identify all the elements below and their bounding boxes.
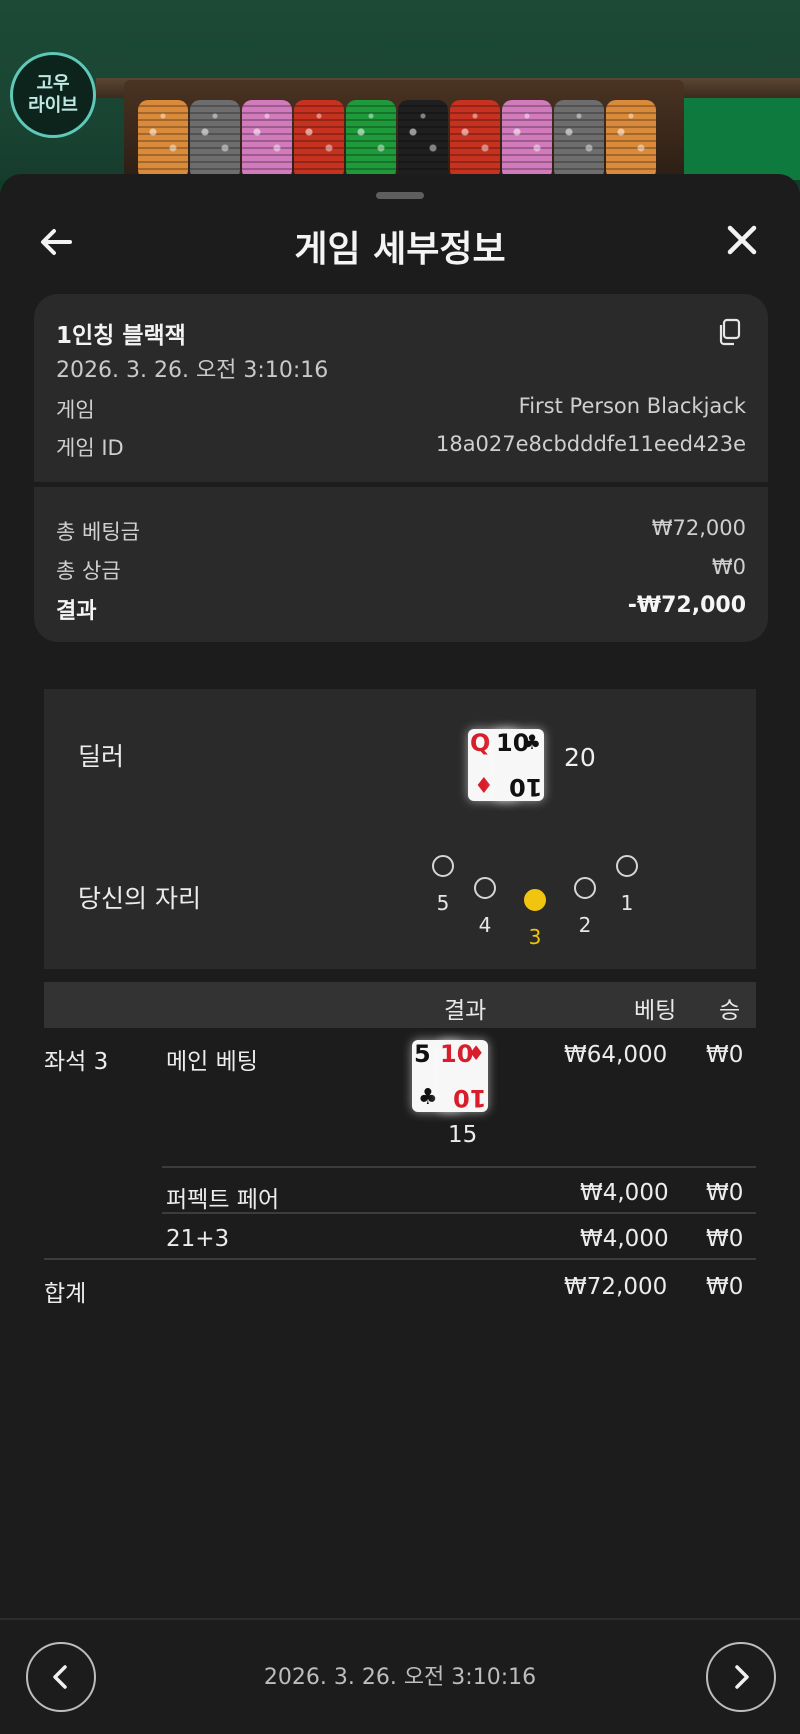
game-id-value: 18a027e8cbdddfe11eed423e [435, 432, 746, 456]
chevron-right-icon [735, 1665, 749, 1689]
win-amount: ₩0 [706, 1180, 744, 1206]
dealer-total: 20 [564, 743, 596, 772]
seat-3-number: 3 [528, 925, 542, 949]
header-win: 승 [719, 998, 741, 1024]
header-result: 결과 [444, 998, 487, 1024]
card-suit: ♣ [418, 1085, 438, 1110]
bet-type: 메인 베팅 [166, 1049, 258, 1075]
seat-3-dot [524, 889, 546, 911]
card-divider [34, 482, 768, 487]
card-rank: 5 [414, 1040, 431, 1068]
dealer-label: 딜러 [78, 742, 125, 771]
table-felt [684, 98, 800, 180]
game-datetime: 2026. 3. 26. 오전 3:10:16 [56, 358, 329, 383]
brand-logo: 고우 라이브 [10, 52, 96, 138]
footer-datetime: 2026. 3. 26. 오전 3:10:16 [263, 1665, 537, 1690]
total-bet-value: ₩72,000 [651, 516, 746, 540]
game-label: 게임 [56, 398, 95, 422]
card-rank-inverted: 10 [452, 1084, 486, 1112]
sheet-header: 게임 세부정보 [0, 214, 800, 274]
total-bet-label: 총 베팅금 [56, 520, 140, 544]
chip-stack [502, 100, 552, 180]
seat-4-dot [474, 877, 496, 899]
chip-stack [398, 100, 448, 180]
chip-stack [190, 100, 240, 180]
seat-2-number: 2 [578, 913, 592, 937]
copy-button[interactable] [716, 318, 742, 346]
chip-stack [294, 100, 344, 180]
close-button[interactable] [722, 220, 762, 260]
copy-icon [719, 318, 741, 346]
logo-line-2: 라이브 [28, 95, 78, 116]
bet-amount: ₩64,000 [564, 1042, 668, 1068]
total-prize-value: ₩0 [711, 555, 746, 579]
seat-name: 좌석 3 [44, 1049, 109, 1075]
seat-2-dot [574, 877, 596, 899]
game-id-label: 게임 ID [56, 436, 124, 460]
card-rank: Q [470, 729, 491, 757]
chip-stack [138, 100, 188, 180]
playing-card: 10 ♦ 10 [438, 1040, 488, 1112]
card-rank-inverted: 10 [508, 773, 542, 801]
chip-stack [606, 100, 656, 180]
table-header: 결과 베팅 승 [44, 982, 756, 1028]
seat-5-dot [432, 855, 454, 877]
hand-total: 15 [448, 1122, 478, 1148]
total-bet: ₩72,000 [564, 1274, 668, 1300]
seat-4-number: 4 [478, 913, 492, 937]
seat-1-dot [616, 855, 638, 877]
card-suit: ♦ [467, 1041, 485, 1065]
total-prize-label: 총 상금 [56, 559, 121, 583]
game-details-sheet: 게임 세부정보 1인칭 블랙잭 2026. 3. 26. 오전 3:10:16 … [0, 174, 800, 1734]
table-panel: 딜러 Q ♦ 10 ♣ 10 20 당신의 자리 5 4 3 2 1 [44, 689, 756, 969]
bet-type: 21+3 [166, 1226, 230, 1252]
summary-card: 1인칭 블랙잭 2026. 3. 26. 오전 3:10:16 게임 First… [34, 294, 768, 642]
card-suit: ♣ [523, 730, 541, 754]
page-title: 게임 세부정보 [294, 229, 506, 270]
total-divider [44, 1258, 756, 1260]
total-win: ₩0 [706, 1274, 744, 1300]
bet-amount: ₩4,000 [580, 1226, 669, 1252]
chip-stack [242, 100, 292, 180]
game-value: First Person Blackjack [518, 394, 746, 418]
playing-card: 10 ♣ 10 [494, 729, 544, 801]
chip-stack [450, 100, 500, 180]
row-divider [162, 1212, 756, 1214]
close-icon [727, 225, 757, 255]
bet-type: 퍼펙트 페어 [166, 1187, 280, 1213]
next-button[interactable] [706, 1642, 776, 1712]
footer-divider [0, 1618, 800, 1620]
drag-handle[interactable] [376, 192, 424, 199]
game-name: 1인칭 블랙잭 [56, 323, 186, 349]
result-label: 결과 [56, 599, 97, 624]
logo-line-1: 고우 [36, 73, 70, 94]
seat-label: 당신의 자리 [78, 884, 201, 913]
win-amount: ₩0 [706, 1226, 744, 1252]
total-label: 합계 [44, 1281, 87, 1307]
card-suit: ♦ [474, 774, 494, 799]
bet-amount: ₩4,000 [580, 1180, 669, 1206]
result-value: -₩72,000 [627, 593, 746, 618]
seat-5-number: 5 [436, 891, 450, 915]
chip-stack [554, 100, 604, 180]
row-divider [162, 1166, 756, 1168]
seat-1-number: 1 [620, 891, 634, 915]
chip-stack [346, 100, 396, 180]
header-bet: 베팅 [634, 998, 677, 1024]
win-amount: ₩0 [706, 1042, 744, 1068]
